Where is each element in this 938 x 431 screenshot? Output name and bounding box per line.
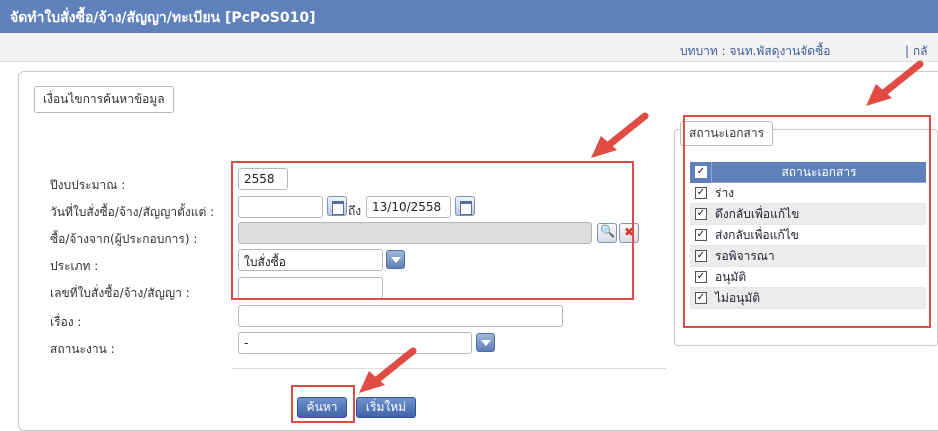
role-bar: บทบาท : จนท.พัสดุงานจัดซื้อ | กลั (0, 33, 938, 62)
red-arrow-icon (359, 347, 417, 393)
red-arrow-icon (591, 112, 649, 158)
red-arrow-icon (866, 60, 924, 106)
reset-button[interactable]: เริ่มใหม่ (356, 397, 416, 418)
chevron-down-icon[interactable] (476, 333, 495, 352)
type-label: ประเภท : (50, 259, 99, 273)
subject-input[interactable] (238, 305, 563, 327)
page-title: จัดทำใบสั่งซื้อ/จ้าง/สัญญา/ทะเบียน [PcPo… (0, 0, 938, 33)
po-number-label: เลขที่ใบสั่งซื้อ/จ้าง/สัญญา : (50, 286, 190, 300)
work-status-label: สถานะงาน : (50, 342, 115, 356)
fiscal-year-label: ปีงบประมาณ : (50, 178, 126, 192)
subject-label: เรื่อง : (50, 315, 82, 329)
highlight-box-search-button (291, 385, 355, 423)
po-date-label: วันที่ใบสั่งซื้อ/จ้าง/สัญญาตั้งแต่ : (50, 205, 215, 219)
highlight-box-search-fields (231, 161, 634, 300)
search-legend: เงื่อนไขการค้นหาข้อมูล (34, 86, 174, 113)
highlight-box-doc-status (683, 115, 931, 328)
divider (232, 368, 666, 369)
user-role: บทบาท : จนท.พัสดุงานจัดซื้อ (680, 44, 831, 58)
vendor-label: ซื้อ/จ้างจาก(ผู้ประกอบการ) : (50, 232, 198, 246)
